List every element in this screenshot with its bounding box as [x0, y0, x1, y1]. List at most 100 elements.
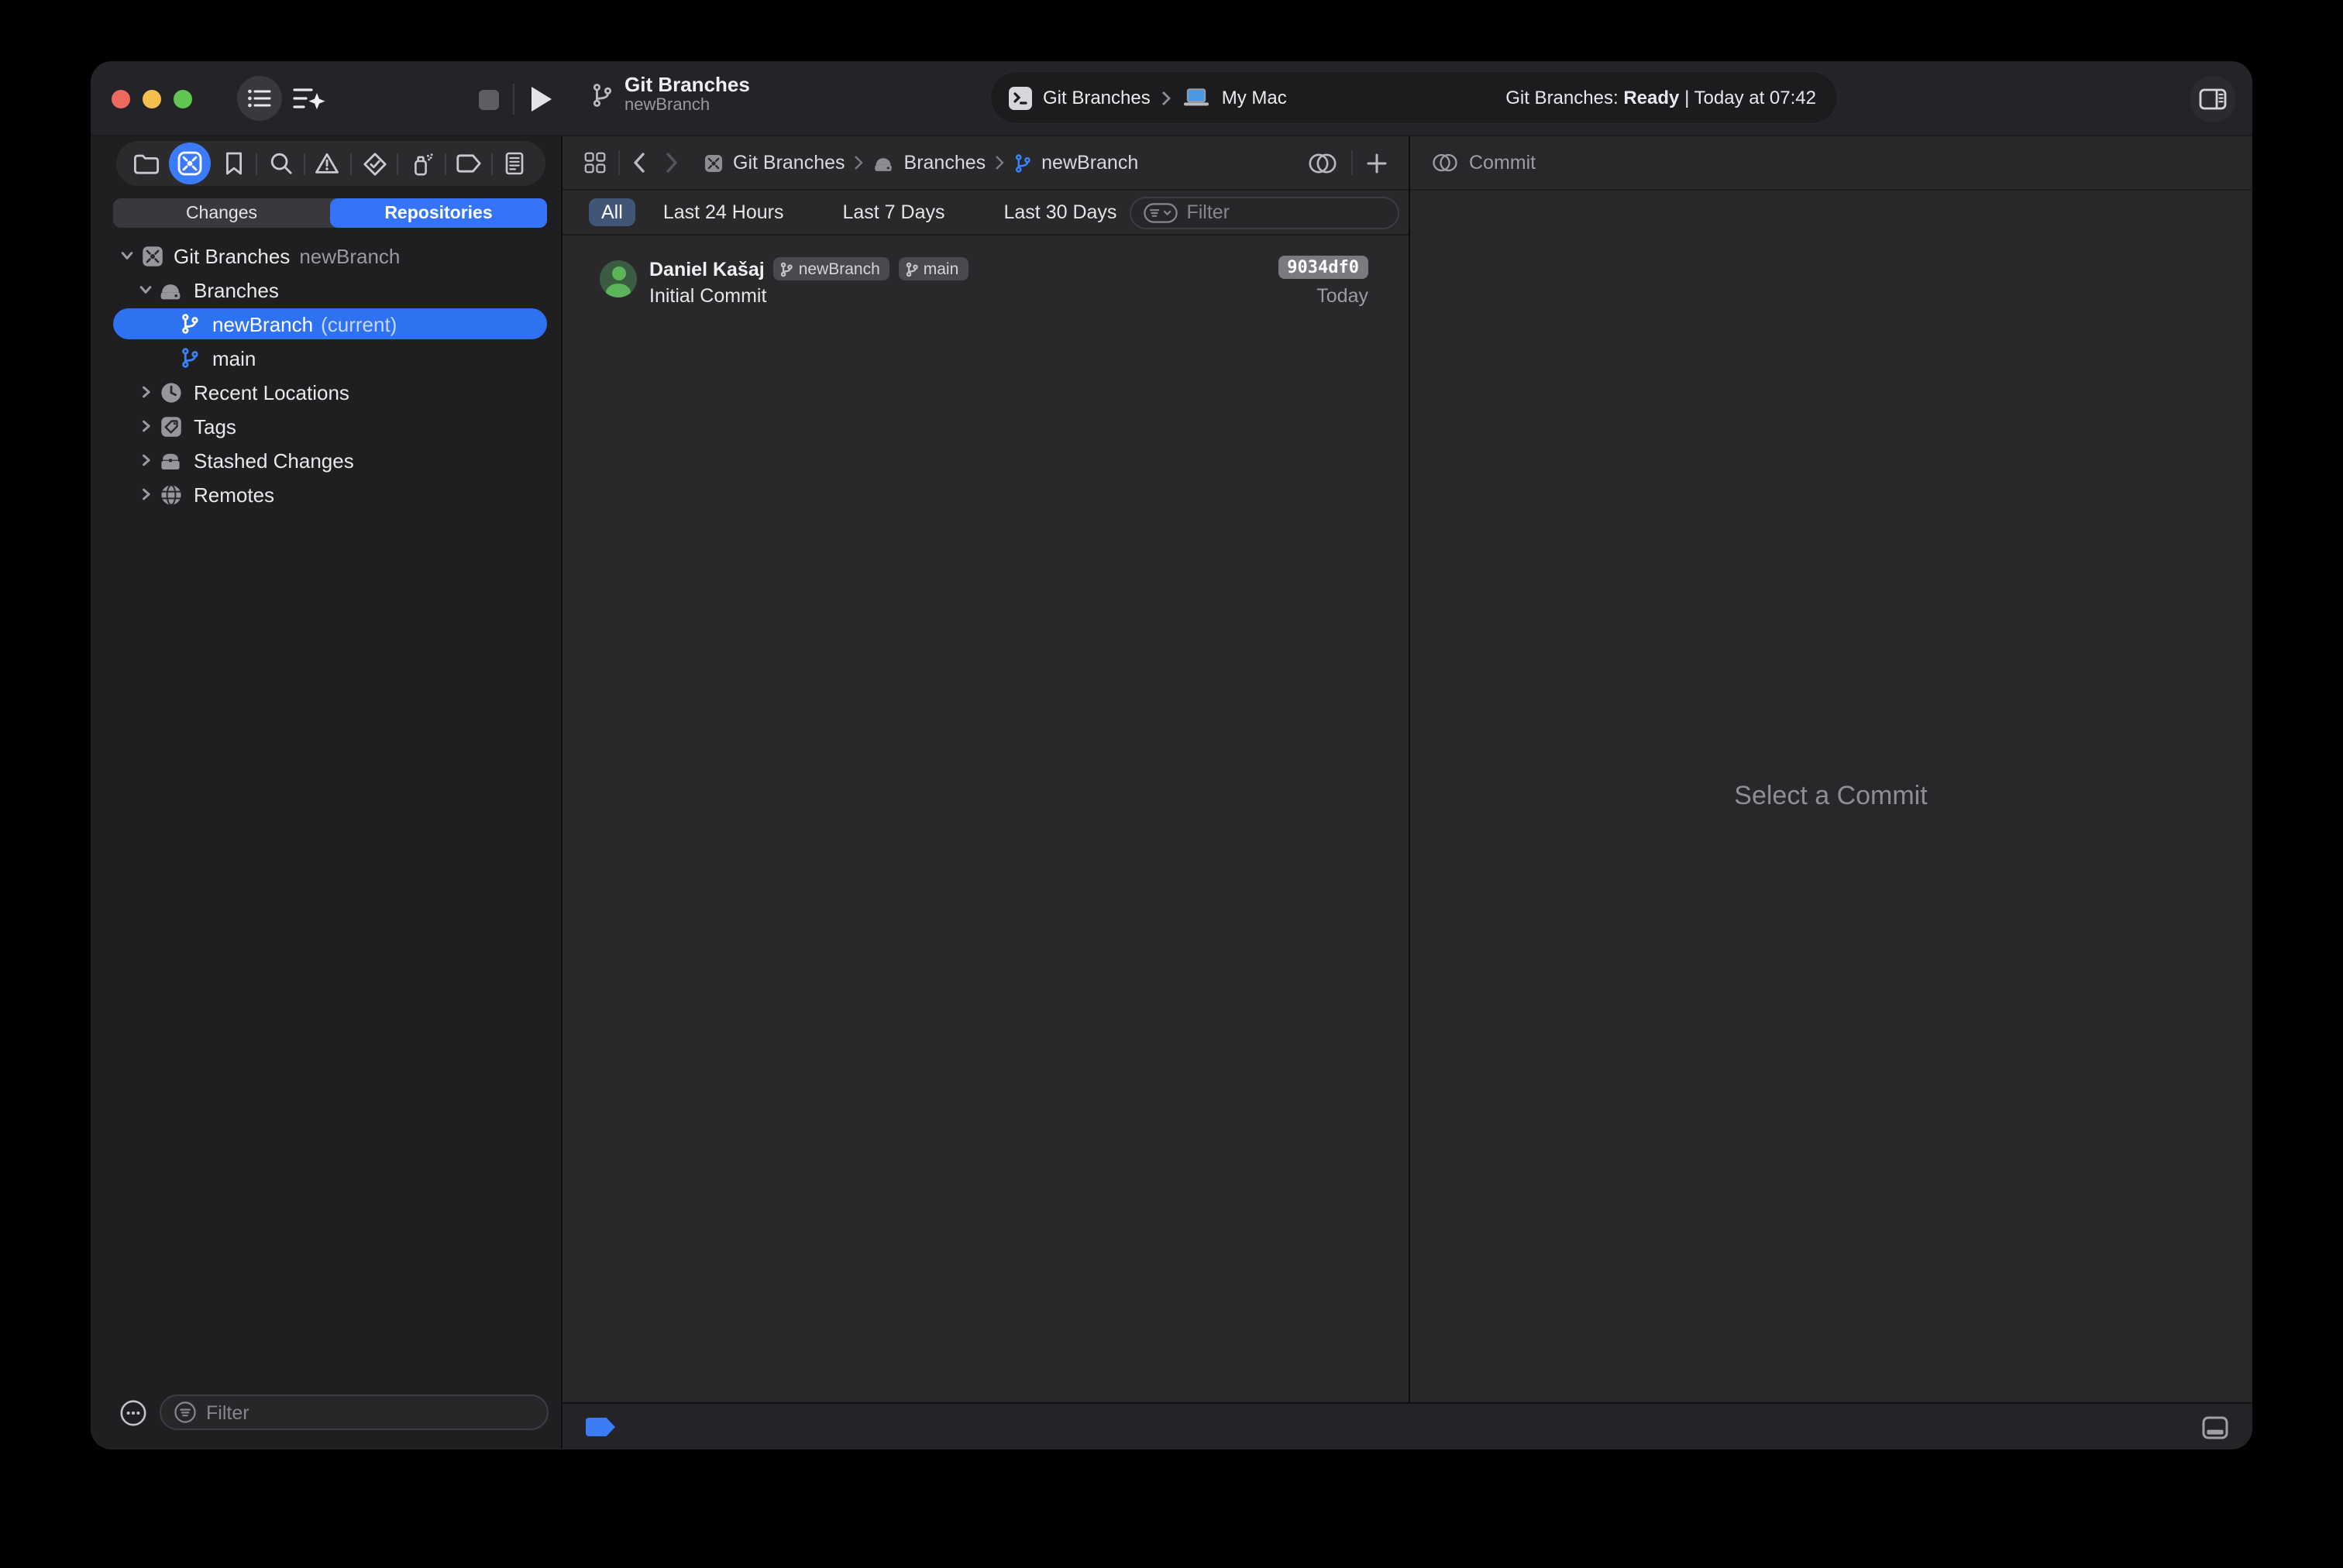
tab-tests-navigator[interactable]	[353, 143, 395, 184]
breadcrumb-item[interactable]: Branches	[904, 152, 986, 174]
tree-label: main	[212, 346, 256, 370]
commit-author: Daniel Kašaj	[649, 258, 765, 280]
zoom-button[interactable]	[174, 89, 192, 108]
commit-date: Today	[1316, 285, 1368, 307]
compose-sparkle-icon	[293, 85, 327, 113]
back-button[interactable]	[632, 152, 646, 174]
breadcrumb-item[interactable]: Git Branches	[733, 152, 845, 174]
commit-hash-badge: 9034df0	[1278, 256, 1368, 279]
commit-circles-icon	[1432, 152, 1458, 174]
empty-state-label: Select a Commit	[1734, 781, 1928, 810]
branch-badge-label: newBranch	[798, 260, 880, 278]
tree-label: Tags	[194, 414, 236, 438]
commit-list: Daniel Kašaj newBranch main Initial Comm…	[563, 236, 1409, 1402]
stop-button[interactable]	[473, 84, 505, 116]
drive-icon	[158, 277, 183, 302]
tree-row-recent-locations[interactable]: Recent Locations	[91, 375, 561, 409]
history-filter-input[interactable]	[1186, 201, 1385, 223]
git-branch-icon	[590, 81, 614, 108]
status-prefix: Git Branches:	[1505, 87, 1619, 108]
chevron-right-icon	[995, 155, 1004, 170]
breakpoints-toggle-icon[interactable]	[586, 1418, 615, 1436]
tab-debug-navigator[interactable]	[401, 143, 442, 184]
breadcrumb-item[interactable]: newBranch	[1041, 152, 1138, 174]
code-review-icon[interactable]	[1308, 151, 1337, 174]
chevron-right-icon	[1161, 89, 1172, 106]
scheme-selector[interactable]: Git Branches My Mac	[1009, 86, 1287, 109]
spray-can-icon	[409, 151, 434, 176]
commit-row[interactable]: Daniel Kašaj newBranch main Initial Comm…	[563, 254, 1409, 316]
warning-triangle-icon	[315, 152, 340, 175]
filter-icon	[1143, 202, 1178, 222]
filter-chip-7d[interactable]: Last 7 Days	[830, 198, 957, 226]
chevron-right-icon[interactable]	[138, 487, 153, 502]
tab-divider	[397, 153, 399, 174]
tab-find-navigator[interactable]	[260, 143, 301, 184]
desktop: Git Branches newBranch Git Branches My M…	[0, 0, 2343, 1568]
tab-breakpoints-navigator[interactable]	[447, 143, 489, 184]
tab-project-navigator[interactable]	[126, 143, 167, 184]
avatar-body	[606, 283, 631, 297]
play-icon	[531, 87, 551, 112]
commit-line-1: Daniel Kašaj newBranch main	[649, 257, 969, 280]
folder-icon	[133, 153, 160, 174]
history-filter-field[interactable]	[1129, 196, 1399, 229]
editor-area: Git Branches Branches newBranch All Last…	[563, 136, 2252, 1449]
tree-row-stashed-changes[interactable]: Stashed Changes	[91, 443, 561, 477]
filter-chip-all[interactable]: All	[589, 198, 635, 226]
minimize-button[interactable]	[143, 89, 161, 108]
forward-button[interactable]	[665, 152, 679, 174]
inspector-toggle-button[interactable]	[2190, 75, 2236, 122]
project-block: Git Branches newBranch	[590, 73, 750, 116]
close-button[interactable]	[112, 89, 130, 108]
tab-issues-navigator[interactable]	[307, 143, 349, 184]
inspector-body: Select a Commit	[1410, 191, 2252, 1402]
list-bullet-icon	[248, 88, 271, 108]
tab-reports-navigator[interactable]	[494, 143, 536, 184]
scheme-activity-pill[interactable]: Git Branches My Mac Git Branches: Ready …	[990, 71, 1838, 124]
recent-files-button[interactable]	[237, 76, 282, 121]
tree-row-main[interactable]: main	[91, 341, 561, 375]
source-control-vault-icon	[177, 150, 203, 177]
search-icon	[269, 152, 292, 175]
chevron-down-icon[interactable]	[138, 282, 153, 297]
navigator-filter-field[interactable]	[160, 1394, 549, 1430]
tree-row-remotes[interactable]: Remotes	[91, 477, 561, 511]
filter-chip-24h[interactable]: Last 24 Hours	[651, 198, 796, 226]
filter-icon	[174, 1401, 197, 1424]
segment-repositories[interactable]: Repositories	[330, 198, 547, 228]
navigator-filter-input[interactable]	[206, 1401, 535, 1423]
chevron-right-icon[interactable]	[138, 452, 153, 468]
author-avatar	[600, 260, 637, 297]
clock-icon	[158, 380, 183, 404]
tree-row-newbranch[interactable]: newBranch (current)	[91, 307, 561, 341]
inspector-title: Commit	[1469, 152, 1536, 174]
tree-row-repo[interactable]: Git Branches newBranch	[91, 239, 561, 273]
source-control-mode-segmented: Changes Repositories	[113, 198, 547, 228]
tree-row-branches[interactable]: Branches	[91, 273, 561, 307]
tab-source-control-navigator[interactable]	[169, 143, 212, 184]
tab-divider	[490, 153, 493, 174]
breadcrumb-actions	[1308, 150, 1387, 175]
chevron-down-icon[interactable]	[119, 248, 135, 263]
run-button[interactable]	[524, 82, 558, 116]
chevron-right-icon	[855, 155, 864, 170]
tag-icon	[158, 414, 183, 438]
sidebar-right-icon	[2199, 88, 2227, 109]
branch-badge: newBranch	[773, 257, 889, 280]
tab-bookmarks-navigator[interactable]	[213, 143, 255, 184]
toolbar-divider	[513, 84, 514, 115]
tree-row-tags[interactable]: Tags	[91, 409, 561, 443]
tree-label: Branches	[194, 278, 279, 301]
chevron-right-icon[interactable]	[138, 418, 153, 434]
segment-changes[interactable]: Changes	[113, 198, 330, 228]
more-options-button[interactable]	[119, 1399, 147, 1427]
status-time: | Today at 07:42	[1684, 87, 1816, 108]
branch-badge: main	[898, 257, 969, 280]
bottom-panel-toggle-button[interactable]	[2199, 1412, 2230, 1442]
chevron-right-icon[interactable]	[138, 384, 153, 400]
add-editor-icon[interactable]	[1367, 153, 1387, 173]
filter-chip-30d[interactable]: Last 30 Days	[992, 198, 1130, 226]
ai-compose-button[interactable]	[290, 79, 330, 119]
related-items-icon[interactable]	[584, 152, 606, 174]
